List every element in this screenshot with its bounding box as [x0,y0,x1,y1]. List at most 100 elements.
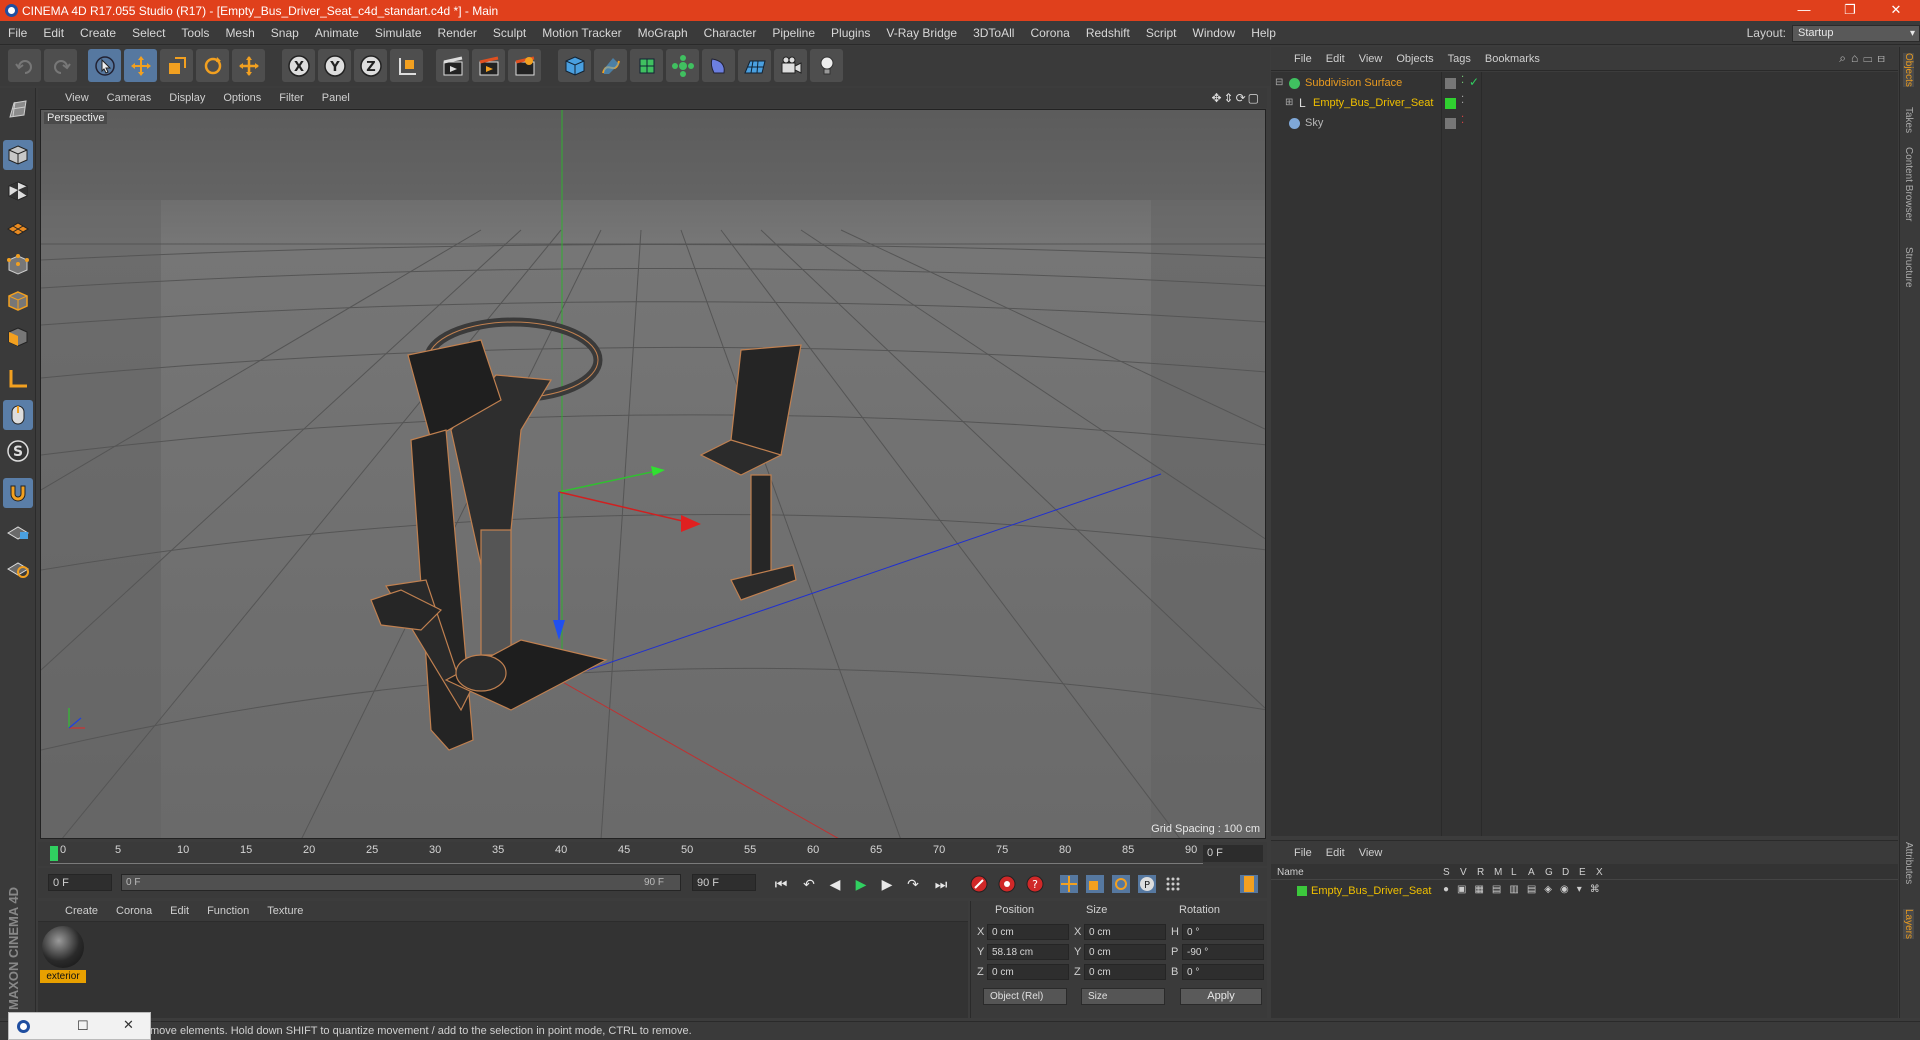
enabled-check-icon[interactable]: ✓ [1469,75,1479,89]
object-menu-file[interactable]: File [1287,53,1319,65]
next-key-button[interactable]: ↷ [902,873,924,895]
workplane-lock-button[interactable] [3,516,33,546]
material-menu-texture[interactable]: Texture [258,905,312,917]
menu-script[interactable]: Script [1138,26,1185,40]
viewport-menu-filter[interactable]: Filter [270,92,312,104]
model-mode-button[interactable] [3,140,33,170]
menu-motion-tracker[interactable]: Motion Tracker [534,26,629,40]
subdivision-surface-button[interactable] [630,49,663,82]
menu-select[interactable]: Select [124,26,173,40]
render-settings-button[interactable] [508,49,541,82]
layer-menu-edit[interactable]: Edit [1319,847,1352,859]
visibility-dots-icon[interactable]: ⁚ [1461,95,1464,106]
enable-snap-button[interactable] [3,478,33,508]
material-menu-edit[interactable]: Edit [161,905,198,917]
live-selection-button[interactable] [232,49,265,82]
menu-vray-bridge[interactable]: V-Ray Bridge [878,26,965,40]
timeline-window-button[interactable] [1238,873,1260,895]
coordinate-system-button[interactable] [390,49,423,82]
layer-toggle-icons[interactable]: ●▣▦▤▥▤◈◉▾⌘ [1443,884,1608,895]
layer-menu-file[interactable]: File [1287,847,1319,859]
axis-mode-button[interactable] [3,364,33,394]
snapping-button[interactable]: S [3,436,33,466]
layer-color-swatch[interactable] [1297,886,1307,896]
layer-row[interactable]: Empty_Bus_Driver_Seat ●▣▦▤▥▤◈◉▾⌘ [1271,882,1898,900]
viewport-menu-view[interactable]: View [56,92,98,104]
viewport-menu-cameras[interactable]: Cameras [98,92,161,104]
object-menu-tags[interactable]: Tags [1441,53,1478,65]
size-z-field[interactable]: 0 cm [1084,964,1166,980]
workplane-mode-button[interactable] [3,212,33,242]
layer-swatch[interactable] [1445,78,1456,89]
object-row-subdivision-surface[interactable]: ⊟ Subdivision Surface ⁚ ✓ [1271,74,1898,93]
apply-button[interactable]: Apply [1180,988,1262,1005]
end-frame-field[interactable]: 90 F [692,874,756,891]
size-mode-dropdown[interactable]: Size [1081,988,1165,1005]
object-menu-objects[interactable]: Objects [1389,53,1440,65]
material-menu-corona[interactable]: Corona [107,905,161,917]
key-pla-button[interactable] [1162,873,1184,895]
3d-viewport[interactable]: Perspective Grid Spacing : 100 cm [40,109,1266,839]
menu-edit[interactable]: Edit [35,26,72,40]
move-tool-button[interactable] [124,49,157,82]
y-axis-lock-button[interactable]: Y [318,49,351,82]
layer-swatch[interactable] [1445,98,1456,109]
menu-create[interactable]: Create [72,26,124,40]
pos-x-field[interactable]: 0 cm [987,924,1069,940]
layer-menu-view[interactable]: View [1352,847,1390,859]
menu-mesh[interactable]: Mesh [217,26,262,40]
menu-corona[interactable]: Corona [1022,26,1077,40]
z-axis-lock-button[interactable]: Z [354,49,387,82]
tab-attributes[interactable]: Attributes [1903,842,1914,884]
object-menu-edit[interactable]: Edit [1319,53,1352,65]
rotate-tool-button[interactable] [196,49,229,82]
menu-sculpt[interactable]: Sculpt [485,26,534,40]
go-to-end-button[interactable]: ⏭ [930,873,952,895]
object-row-sky[interactable]: Sky ⁚ [1271,114,1898,133]
task-restore-icon[interactable]: ☐ [77,1018,89,1034]
size-y-field[interactable]: 0 cm [1084,944,1166,960]
viewport-menu-display[interactable]: Display [160,92,214,104]
expand-toggle-icon[interactable]: ⊞ [1285,97,1293,108]
select-tool-button[interactable] [88,49,121,82]
task-close-icon[interactable]: ✕ [123,1017,134,1033]
menu-character[interactable]: Character [696,26,765,40]
object-menu-bookmarks[interactable]: Bookmarks [1478,53,1547,65]
object-manager-nav-icons[interactable]: ⌕⌂▭⊟ [1839,51,1890,66]
floor-button[interactable] [738,49,771,82]
deformer-button[interactable] [702,49,735,82]
x-axis-lock-button[interactable]: X [282,49,315,82]
menu-snap[interactable]: Snap [263,26,307,40]
tab-objects[interactable]: Objects [1903,53,1914,87]
rot-h-field[interactable]: 0 ° [1182,924,1264,940]
play-button[interactable]: ▶ [850,873,872,895]
playhead-marker[interactable] [50,846,58,861]
render-picture-viewer-button[interactable] [472,49,505,82]
menu-file[interactable]: File [0,26,35,40]
previous-key-button[interactable]: ↶ [798,873,820,895]
layer-swatch[interactable] [1445,118,1456,129]
auto-keying-button[interactable] [996,873,1018,895]
menu-render[interactable]: Render [430,26,485,40]
menu-tools[interactable]: Tools [173,26,217,40]
menu-plugins[interactable]: Plugins [823,26,878,40]
material-menu-function[interactable]: Function [198,905,258,917]
points-mode-button[interactable] [3,250,33,280]
menu-window[interactable]: Window [1185,26,1244,40]
tab-layers[interactable]: Layers [1903,909,1914,940]
rot-b-field[interactable]: 0 ° [1182,964,1264,980]
layout-dropdown[interactable]: Startup [1792,24,1920,42]
edges-mode-button[interactable] [3,286,33,316]
next-frame-button[interactable]: ▶ [876,873,898,895]
viewport-nav-icons[interactable]: ✥⇕⟳▢ [1211,91,1261,105]
menu-redshift[interactable]: Redshift [1078,26,1138,40]
keyframe-selection-button[interactable]: ? [1024,873,1046,895]
close-button[interactable]: ✕ [1873,0,1919,21]
menu-animate[interactable]: Animate [307,26,367,40]
key-scale-button[interactable] [1084,873,1106,895]
minimize-button[interactable]: — [1781,0,1827,21]
pos-y-field[interactable]: 58.18 cm [987,944,1069,960]
viewport-menu-panel[interactable]: Panel [313,92,359,104]
tweak-mode-button[interactable] [3,400,33,430]
current-frame-field[interactable]: 0 F [1203,845,1263,862]
